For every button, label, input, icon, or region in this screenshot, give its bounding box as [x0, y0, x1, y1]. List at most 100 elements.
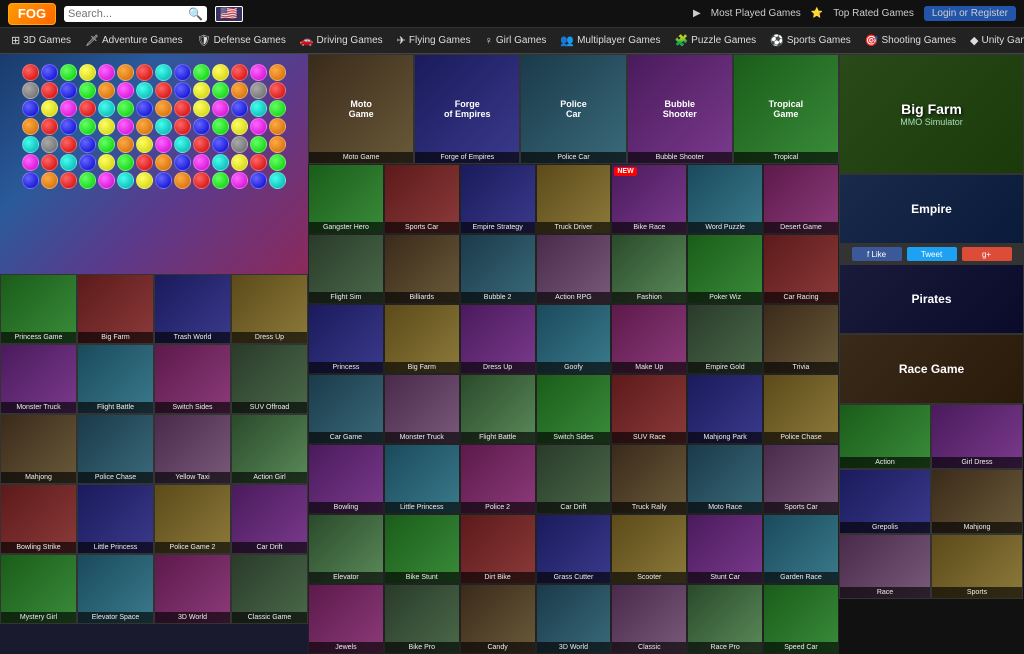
table-row[interactable]: Monster Truck	[384, 374, 460, 444]
list-item[interactable]: Mahjong	[931, 469, 1023, 534]
country-flag[interactable]: 🇺🇸	[215, 6, 243, 22]
table-row[interactable]: Action RPG	[536, 234, 612, 304]
table-row[interactable]: Race Pro	[687, 584, 763, 654]
table-row[interactable]: Empire Strategy	[460, 164, 536, 234]
list-item[interactable]: Car Drift	[231, 484, 308, 554]
table-row[interactable]: Classic	[611, 584, 687, 654]
nav-driving[interactable]: 🚗 Driving Games	[293, 30, 390, 51]
list-item[interactable]: Bowling Strike	[0, 484, 77, 554]
list-item[interactable]: Elevator Space	[77, 554, 154, 624]
top-game-1[interactable]: MotoGame Moto Game	[308, 54, 414, 164]
top-rated-link[interactable]: Top Rated Games	[833, 8, 914, 19]
table-row[interactable]: Jewels	[308, 584, 384, 654]
nav-shooting[interactable]: 🎯 Shooting Games	[858, 30, 963, 51]
table-row[interactable]: Little Princess	[384, 444, 460, 514]
table-row[interactable]: Princess	[308, 304, 384, 374]
top-game-3[interactable]: PoliceCar Police Car	[520, 54, 626, 164]
nav-multiplayer[interactable]: 👥 Multiplayer Games	[553, 30, 667, 51]
nav-girl[interactable]: ♀ Girl Games	[478, 31, 554, 51]
nav-3d-games[interactable]: ⊞ 3D Games	[4, 30, 78, 51]
table-row[interactable]: SUV Race	[611, 374, 687, 444]
site-logo[interactable]: FOG	[8, 3, 56, 25]
list-item[interactable]: Race	[839, 534, 931, 599]
sidebar-ad-1[interactable]: Big Farm MMO Simulator	[839, 54, 1024, 174]
list-item[interactable]: Classic Game	[231, 554, 308, 624]
table-row[interactable]: Car Game	[308, 374, 384, 444]
list-item[interactable]: Action Girl	[231, 414, 308, 484]
table-row[interactable]: Bike Pro	[384, 584, 460, 654]
facebook-btn[interactable]: f Like	[852, 247, 902, 261]
table-row[interactable]: Bike Stunt	[384, 514, 460, 584]
table-row[interactable]: Poker Wiz	[687, 234, 763, 304]
table-row[interactable]: Sports Car	[384, 164, 460, 234]
search-icon[interactable]: 🔍	[188, 7, 203, 21]
table-row[interactable]: Bowling	[308, 444, 384, 514]
most-played-link[interactable]: Most Played Games	[711, 8, 801, 19]
list-item[interactable]: Switch Sides	[154, 344, 231, 414]
top-game-4[interactable]: BubbleShooter Bubble Shooter	[627, 54, 733, 164]
table-row[interactable]: Gangster Hero	[308, 164, 384, 234]
list-item[interactable]: Flight Battle	[77, 344, 154, 414]
nav-sports[interactable]: ⚽ Sports Games	[763, 30, 858, 51]
list-item[interactable]: Trash World	[154, 274, 231, 344]
list-item[interactable]: Police Chase	[77, 414, 154, 484]
table-row[interactable]: Police Chase	[763, 374, 839, 444]
sidebar-ad-4[interactable]: Race Game	[839, 334, 1024, 404]
nav-unity[interactable]: ◆ Unity Games	[963, 30, 1024, 51]
table-row[interactable]: Billiards	[384, 234, 460, 304]
table-row[interactable]: Make Up	[611, 304, 687, 374]
table-row[interactable]: Switch Sides	[536, 374, 612, 444]
table-row[interactable]: Bubble 2	[460, 234, 536, 304]
list-item[interactable]: Monster Truck	[0, 344, 77, 414]
list-item[interactable]: SUV Offroad	[231, 344, 308, 414]
list-item[interactable]: Dress Up	[231, 274, 308, 344]
top-game-2[interactable]: Forgeof Empires Forge of Empires	[414, 54, 520, 164]
list-item[interactable]: Princess Game	[0, 274, 77, 344]
list-item[interactable]: Little Princess	[77, 484, 154, 554]
sidebar-ad-3[interactable]: Pirates	[839, 264, 1024, 334]
list-item[interactable]: Action	[839, 404, 931, 469]
table-row[interactable]: Car Drift	[536, 444, 612, 514]
table-row[interactable]: Speed Car	[763, 584, 839, 654]
table-row[interactable]: Dirt Bike	[460, 514, 536, 584]
table-row[interactable]: Stunt Car	[687, 514, 763, 584]
table-row[interactable]: Moto Race	[687, 444, 763, 514]
table-row[interactable]: Dress Up	[460, 304, 536, 374]
table-row[interactable]: Elevator	[308, 514, 384, 584]
google-btn[interactable]: g+	[962, 247, 1012, 261]
table-row[interactable]: Sports Car	[763, 444, 839, 514]
table-row[interactable]: Desert Game	[763, 164, 839, 234]
nav-defense[interactable]: 🛡 Defense Games	[190, 30, 293, 51]
nav-adventure[interactable]: 🗡 Adventure Games	[78, 30, 190, 51]
table-row[interactable]: Big Farm	[384, 304, 460, 374]
table-row[interactable]: Empire Gold	[687, 304, 763, 374]
nav-puzzle[interactable]: 🧩 Puzzle Games	[667, 30, 763, 51]
nav-flying[interactable]: ✈ Flying Games	[390, 30, 478, 51]
list-item[interactable]: 3D World	[154, 554, 231, 624]
table-row[interactable]: Mahjong Park	[687, 374, 763, 444]
table-row[interactable]: Grass Cutter	[536, 514, 612, 584]
list-item[interactable]: Mahjong	[0, 414, 77, 484]
table-row[interactable]: Garden Race	[763, 514, 839, 584]
featured-game[interactable]: Bubble Shooter Extreme	[0, 54, 308, 274]
list-item[interactable]: Police Game 2	[154, 484, 231, 554]
list-item[interactable]: Big Farm	[77, 274, 154, 344]
search-bar[interactable]: 🔍	[64, 6, 207, 22]
table-row[interactable]: 3D World	[536, 584, 612, 654]
list-item[interactable]: Sports	[931, 534, 1023, 599]
list-item[interactable]: Mystery Girl	[0, 554, 77, 624]
search-input[interactable]	[68, 8, 188, 20]
table-row[interactable]: Fashion	[611, 234, 687, 304]
table-row[interactable]: Word Puzzle	[687, 164, 763, 234]
twitter-btn[interactable]: Tweet	[907, 247, 957, 261]
table-row[interactable]: Car Racing	[763, 234, 839, 304]
login-button[interactable]: Login or Register	[924, 6, 1016, 21]
list-item[interactable]: Grepolis	[839, 469, 931, 534]
table-row[interactable]: Goofy	[536, 304, 612, 374]
table-row[interactable]: Police 2	[460, 444, 536, 514]
table-row[interactable]: Flight Sim	[308, 234, 384, 304]
table-row[interactable]: Flight Battle	[460, 374, 536, 444]
list-item[interactable]: Girl Dress	[931, 404, 1023, 469]
sidebar-ad-2[interactable]: Empire	[839, 174, 1024, 244]
table-row[interactable]: NEWBike Race	[611, 164, 687, 234]
